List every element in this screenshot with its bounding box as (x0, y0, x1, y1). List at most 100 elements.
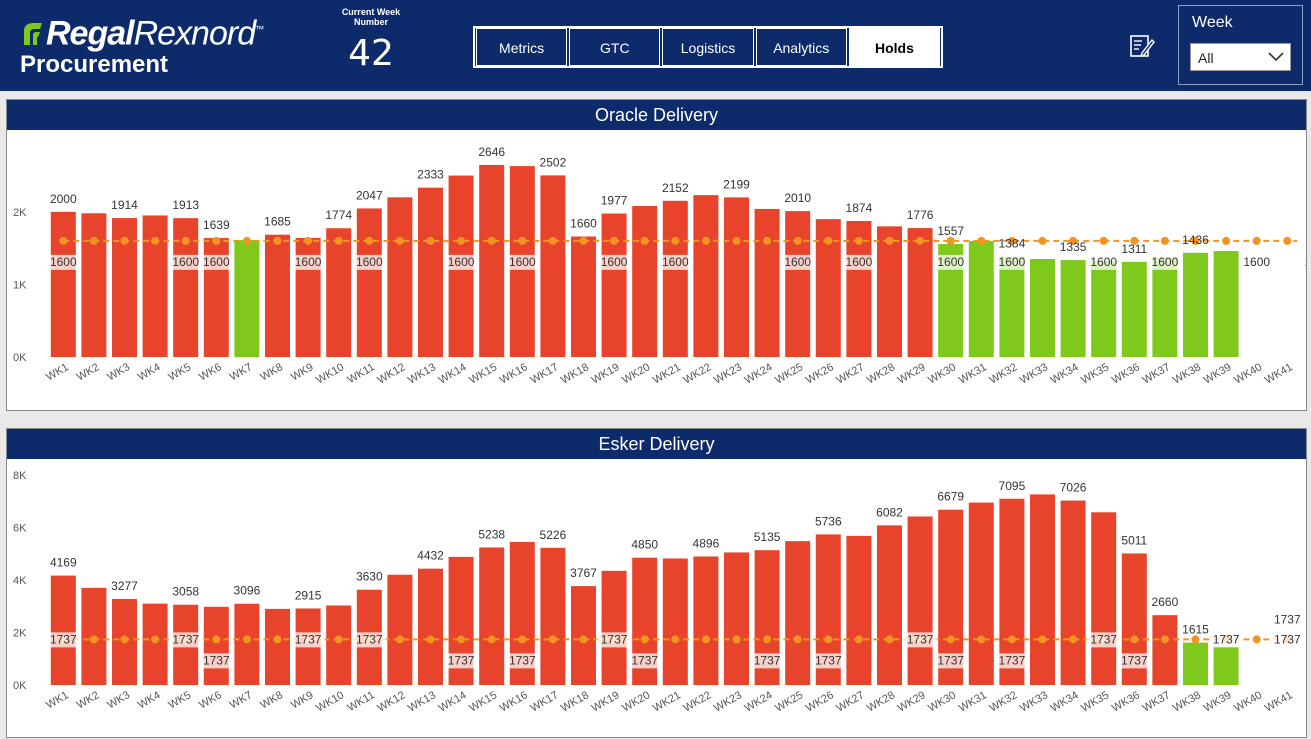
oracle-bar[interactable] (968, 240, 994, 357)
oracle-target-point (671, 236, 680, 245)
svg-text:1737: 1737 (1090, 632, 1117, 646)
oracle-bar[interactable] (907, 228, 933, 357)
oracle-x-tick: WK5 (167, 361, 194, 383)
oracle-bar[interactable] (142, 215, 168, 357)
svg-text:1600: 1600 (662, 255, 689, 269)
tab-analytics[interactable]: Analytics (755, 28, 847, 66)
oracle-value-label: 1913 (172, 198, 199, 212)
oracle-target-label: 1600 (46, 254, 81, 270)
oracle-bar[interactable] (999, 256, 1025, 357)
esker-target-point (212, 635, 221, 644)
esker-bar[interactable] (326, 605, 352, 685)
svg-text:1737: 1737 (999, 653, 1026, 667)
esker-bar[interactable] (387, 574, 413, 685)
esker-bar[interactable] (540, 547, 566, 685)
oracle-bar[interactable] (1091, 261, 1117, 357)
oracle-bar[interactable] (479, 164, 505, 357)
esker-bar[interactable] (1213, 646, 1239, 685)
oracle-bar[interactable] (81, 213, 107, 357)
oracle-bar[interactable] (1183, 252, 1208, 357)
tab-logistics[interactable]: Logistics (662, 28, 754, 66)
oracle-bar[interactable] (724, 197, 749, 357)
oracle-bar[interactable] (877, 226, 902, 357)
esker-bar[interactable] (846, 535, 872, 685)
oracle-bar[interactable] (234, 240, 260, 357)
esker-bar[interactable] (1152, 615, 1178, 685)
tab-holds[interactable]: Holds (848, 28, 941, 66)
oracle-bar[interactable] (571, 236, 596, 357)
esker-bar[interactable] (785, 541, 811, 685)
esker-value-label: 6679 (937, 490, 964, 504)
esker-bar[interactable] (601, 570, 627, 685)
week-dropdown[interactable]: All (1190, 43, 1291, 71)
esker-x-tick: WK16 (498, 689, 530, 714)
oracle-bar[interactable] (785, 211, 811, 357)
svg-text:1737: 1737 (356, 632, 383, 646)
oracle-bar[interactable] (326, 228, 352, 357)
oracle-bar[interactable] (265, 234, 290, 357)
oracle-x-tick: WK40 (1232, 361, 1264, 386)
esker-bar[interactable] (418, 568, 443, 685)
esker-bar[interactable] (1091, 512, 1117, 685)
oracle-bar[interactable] (754, 208, 780, 357)
oracle-bar[interactable] (356, 208, 382, 357)
oracle-target-point (763, 236, 772, 245)
esker-bar[interactable] (724, 552, 749, 685)
esker-target-point (793, 635, 802, 644)
oracle-x-tick: WK6 (197, 361, 224, 383)
oracle-x-tick: WK1 (44, 361, 71, 383)
svg-text:1600: 1600 (1243, 255, 1270, 269)
esker-bar[interactable] (50, 575, 76, 685)
oracle-x-tick: WK28 (865, 361, 897, 386)
oracle-bar[interactable] (1030, 259, 1055, 357)
esker-bar[interactable] (907, 516, 933, 685)
esker-x-tick: WK3 (105, 689, 132, 711)
svg-text:1737: 1737 (815, 653, 842, 667)
esker-bar[interactable] (203, 606, 229, 685)
edit-document-icon[interactable] (1128, 32, 1156, 60)
esker-bar[interactable] (968, 502, 994, 685)
oracle-value-label: 2199 (723, 177, 750, 191)
esker-bar[interactable] (142, 603, 168, 685)
oracle-target-point (1160, 236, 1169, 245)
svg-text:1737: 1737 (907, 632, 934, 646)
oracle-bar[interactable] (418, 187, 443, 357)
oracle-bar[interactable] (1213, 251, 1239, 357)
esker-x-tick: WK4 (136, 689, 163, 711)
week-dropdown-value: All (1198, 50, 1214, 66)
esker-bar[interactable] (234, 603, 260, 685)
esker-bar[interactable] (479, 547, 505, 685)
esker-x-tick: WK18 (559, 689, 591, 714)
oracle-bar[interactable] (601, 213, 627, 357)
esker-bar[interactable] (877, 525, 902, 685)
tab-gtc[interactable]: GTC (569, 28, 661, 66)
esker-bar[interactable] (1183, 642, 1208, 685)
svg-text:1600: 1600 (203, 255, 230, 269)
esker-bar[interactable] (265, 608, 290, 685)
oracle-bar[interactable] (693, 195, 719, 357)
oracle-bar[interactable] (1121, 261, 1147, 357)
esker-x-tick: WK17 (528, 689, 560, 714)
oracle-bar[interactable] (50, 211, 76, 357)
esker-x-tick: WK36 (1110, 689, 1142, 714)
oracle-bar[interactable] (1152, 257, 1178, 357)
oracle-bar[interactable] (662, 200, 688, 357)
oracle-bar[interactable] (387, 197, 413, 357)
oracle-x-tick: WK30 (926, 361, 958, 386)
oracle-bar[interactable] (632, 206, 658, 357)
oracle-target-point (1252, 236, 1261, 245)
esker-bar[interactable] (1060, 500, 1086, 685)
tab-metrics[interactable]: Metrics (476, 28, 568, 66)
esker-x-tick: WK39 (1202, 689, 1234, 714)
svg-text:1737: 1737 (754, 653, 781, 667)
esker-target-point (701, 635, 710, 644)
esker-bar[interactable] (1030, 494, 1055, 685)
oracle-target-point (946, 236, 955, 245)
esker-value-label: 4850 (631, 538, 658, 552)
esker-bar[interactable] (693, 556, 719, 685)
oracle-bar[interactable] (1060, 260, 1086, 357)
esker-bar[interactable] (662, 558, 688, 685)
svg-text:1600: 1600 (601, 255, 628, 269)
oracle-bar[interactable] (540, 175, 566, 357)
esker-target-point (1007, 635, 1016, 644)
